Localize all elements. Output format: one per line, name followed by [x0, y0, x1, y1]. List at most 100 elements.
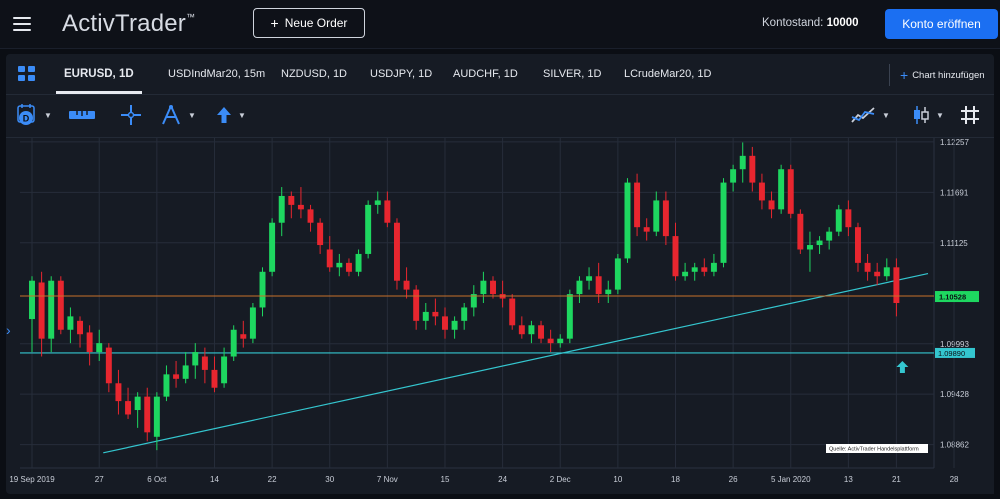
compass-draw-icon [162, 105, 180, 125]
candle-body [297, 204, 304, 210]
candle-body [595, 276, 602, 295]
candle-body [509, 298, 516, 326]
candle-body [365, 204, 372, 254]
x-tick-label: 27 [95, 475, 104, 484]
marker-tool[interactable]: ▼ [216, 102, 246, 128]
candlestick-icon [914, 106, 929, 124]
candle-body [461, 307, 468, 321]
candle-body [566, 294, 573, 339]
candle-body [403, 280, 410, 290]
menu-icon[interactable] [13, 17, 31, 31]
x-tick-label: 10 [613, 475, 622, 484]
open-account-label: Konto eröffnen [902, 17, 981, 31]
indicator-icon [851, 107, 875, 123]
candle-body [173, 374, 180, 379]
source-note: Quelle: ActivTrader Handelsplattform [829, 447, 919, 453]
candle-body [278, 195, 285, 223]
chart-tabs: EURUSD, 1D USDIndMar20, 15m NZDUSD, 1D U… [6, 54, 994, 95]
new-order-label: Neue Order [284, 16, 348, 30]
candle-body [576, 280, 583, 295]
candle-body [153, 396, 160, 437]
measure-tool[interactable] [68, 102, 96, 128]
chevron-down-icon[interactable]: ▼ [882, 111, 890, 120]
candle-body [125, 401, 132, 415]
chevron-down-icon[interactable]: ▼ [238, 111, 246, 120]
candle-body [518, 325, 525, 335]
x-tick-label: 24 [498, 475, 507, 484]
candle-body [345, 262, 352, 272]
crosshair-tool[interactable] [120, 102, 142, 128]
candle-body [643, 227, 650, 232]
tab-silver[interactable]: SILVER, 1D [543, 68, 602, 80]
candle-body [835, 209, 842, 232]
chart-area[interactable]: 1.122571.116911.111251.099931.094281.088… [6, 138, 994, 494]
tab-usdjpy[interactable]: USDJPY, 1D [370, 68, 432, 80]
tab-audchf[interactable]: AUDCHF, 1D [453, 68, 518, 80]
calendar-interval-icon: D [17, 104, 35, 125]
tab-eurusd[interactable]: EURUSD, 1D [64, 68, 134, 80]
candlestick-chart[interactable]: 1.122571.116911.111251.099931.094281.088… [6, 138, 994, 494]
candle-body [749, 155, 756, 183]
candle-body [38, 282, 45, 339]
candle-body [77, 320, 83, 335]
chevron-down-icon[interactable]: ▼ [44, 111, 52, 120]
x-tick-label: 22 [268, 475, 277, 484]
plus-icon: + [270, 15, 279, 31]
candle-body [672, 236, 679, 277]
candle-body [336, 262, 343, 268]
x-tick-label: 5 Jan 2020 [771, 475, 811, 484]
current-price-label: 1.10528 [939, 293, 966, 302]
candle-body [86, 332, 93, 353]
candle-body [605, 289, 612, 295]
candle-body [201, 356, 208, 370]
interval-tool[interactable]: D ▼ [16, 102, 52, 128]
candle-body [614, 258, 621, 290]
y-tick-label: 1.08862 [940, 441, 969, 450]
candle-body [845, 209, 852, 228]
candle-body [442, 316, 448, 330]
candle-body [778, 169, 785, 210]
candle-body [422, 311, 429, 321]
chevron-right-icon[interactable]: › [6, 322, 11, 338]
indicators-tool[interactable]: ▼ [850, 102, 890, 128]
candle-body [374, 200, 381, 205]
support-line-label: 1.09890 [938, 349, 965, 358]
drawing-tool[interactable]: ▼ [160, 102, 196, 128]
open-account-button[interactable]: Konto eröffnen [885, 9, 998, 39]
x-tick-label: 18 [671, 475, 680, 484]
candle-body [547, 338, 554, 344]
candle-body [413, 289, 420, 321]
candle-body [682, 271, 689, 277]
chevron-down-icon[interactable]: ▼ [936, 111, 944, 120]
account-balance: Kontostand: 10000 [762, 17, 859, 29]
candle-body [653, 200, 660, 232]
candle-body [701, 267, 708, 272]
add-chart-label: Chart hinzufügen [912, 69, 985, 81]
new-order-button[interactable]: + Neue Order [253, 8, 365, 38]
tab-lcrudemar20[interactable]: LCrudeMar20, 1D [624, 68, 711, 80]
add-chart-button[interactable]: + Chart hinzufügen [889, 64, 993, 86]
x-tick-label: 28 [950, 475, 959, 484]
x-tick-label: 21 [892, 475, 901, 484]
x-tick-label: 6 Oct [147, 475, 167, 484]
candle-body [192, 352, 199, 366]
candle-body [586, 276, 593, 281]
candle-body [451, 320, 458, 330]
candle-body [624, 182, 631, 259]
candle-body [211, 369, 218, 388]
candle-body [48, 280, 55, 339]
candle-body [758, 182, 765, 201]
x-tick-label: 13 [844, 475, 853, 484]
layout-grid-icon[interactable] [18, 66, 36, 82]
top-bar: ActivTrader™ + Neue Order Kontostand: 10… [0, 0, 1000, 49]
candle-body [105, 347, 112, 384]
chart-type-tool[interactable]: ▼ [912, 102, 944, 128]
x-tick-label: 14 [210, 475, 219, 484]
tab-nzdusd[interactable]: NZDUSD, 1D [281, 68, 347, 80]
logo[interactable]: ActivTrader™ [62, 10, 195, 38]
grid-toggle[interactable] [960, 102, 980, 128]
tab-usdindmar20[interactable]: USDIndMar20, 15m [168, 68, 265, 80]
chevron-down-icon[interactable]: ▼ [188, 111, 196, 120]
candle-body [67, 316, 74, 330]
candle-body [96, 343, 103, 353]
